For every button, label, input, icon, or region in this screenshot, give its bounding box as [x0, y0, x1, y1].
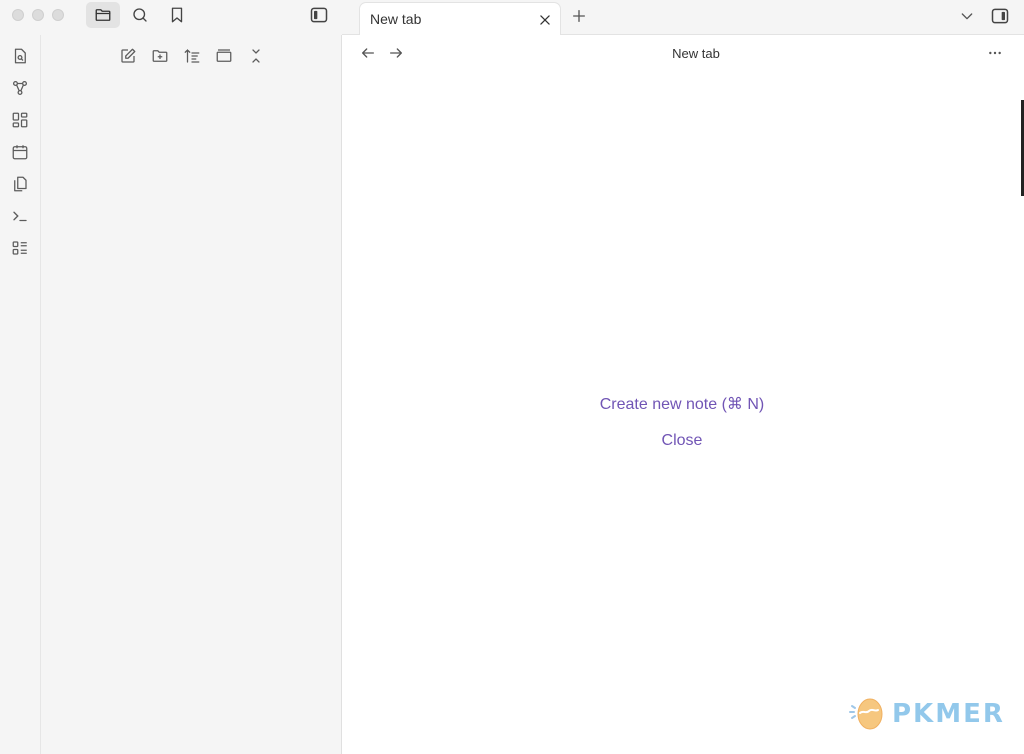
tab-strip: New tab	[342, 0, 1024, 36]
collapse-all-icon	[247, 47, 265, 65]
window-close-button[interactable]	[12, 9, 24, 21]
sidebar-toggle-icon	[309, 5, 329, 25]
right-sidebar-toggle-button[interactable]	[988, 4, 1012, 28]
tab-title: New tab	[370, 11, 422, 27]
search-icon	[131, 6, 149, 24]
sidebar-toggle-icon	[990, 6, 1010, 26]
sort-icon	[183, 47, 201, 65]
bookmarks-tab-button[interactable]	[160, 2, 194, 28]
templates-button[interactable]	[7, 171, 33, 197]
calendar-icon	[11, 143, 29, 161]
create-new-note-link[interactable]: Create new note (⌘ N)	[342, 395, 1022, 415]
view-title: New tab	[672, 46, 720, 61]
quick-switcher-button[interactable]	[7, 43, 33, 69]
quick-switcher-icon	[11, 47, 29, 65]
chevron-down-icon	[959, 8, 975, 24]
new-note-icon	[119, 47, 137, 65]
new-folder-button[interactable]	[147, 43, 173, 69]
files-tab-button[interactable]	[86, 2, 120, 28]
close-link[interactable]: Close	[342, 431, 1022, 451]
graph-icon	[11, 79, 29, 97]
new-folder-icon	[151, 47, 169, 65]
tab-list-button[interactable]	[956, 5, 978, 27]
view-header: New tab	[342, 35, 1024, 73]
window-minimize-button[interactable]	[32, 9, 44, 21]
search-tab-button[interactable]	[123, 2, 157, 28]
auto-reveal-button[interactable]	[211, 43, 237, 69]
auto-reveal-icon	[215, 47, 233, 65]
daily-note-button[interactable]	[7, 139, 33, 165]
new-note-button[interactable]	[115, 43, 141, 69]
close-icon	[538, 13, 552, 27]
tab-close-button[interactable]	[536, 11, 554, 29]
canvas-icon	[11, 111, 29, 129]
new-tab-button[interactable]	[568, 5, 590, 27]
file-explorer	[41, 35, 342, 754]
pkmer-logo-icon	[848, 696, 886, 732]
left-titlebar	[0, 0, 342, 35]
plus-icon	[571, 8, 587, 24]
ribbon	[0, 35, 41, 754]
watermark: PKMER	[848, 694, 1005, 734]
more-horizontal-icon	[987, 45, 1003, 61]
canvas-button[interactable]	[7, 107, 33, 133]
bookmark-icon	[168, 6, 186, 24]
watermark-text: PKMER	[892, 699, 1005, 729]
templates-icon	[11, 175, 29, 193]
collapse-all-button[interactable]	[243, 43, 269, 69]
folder-icon	[94, 6, 112, 24]
tab-new-tab[interactable]: New tab	[359, 2, 561, 36]
graph-view-button[interactable]	[7, 75, 33, 101]
left-sidebar-toggle-button[interactable]	[302, 2, 336, 28]
sort-button[interactable]	[179, 43, 205, 69]
command-palette-icon	[11, 207, 29, 225]
command-palette-button[interactable]	[7, 203, 33, 229]
empty-state: Create new note (⌘ N) Close	[342, 395, 1022, 451]
outline-icon	[11, 239, 29, 257]
more-options-button[interactable]	[984, 43, 1006, 63]
window-maximize-button[interactable]	[52, 9, 64, 21]
outline-button[interactable]	[7, 235, 33, 261]
